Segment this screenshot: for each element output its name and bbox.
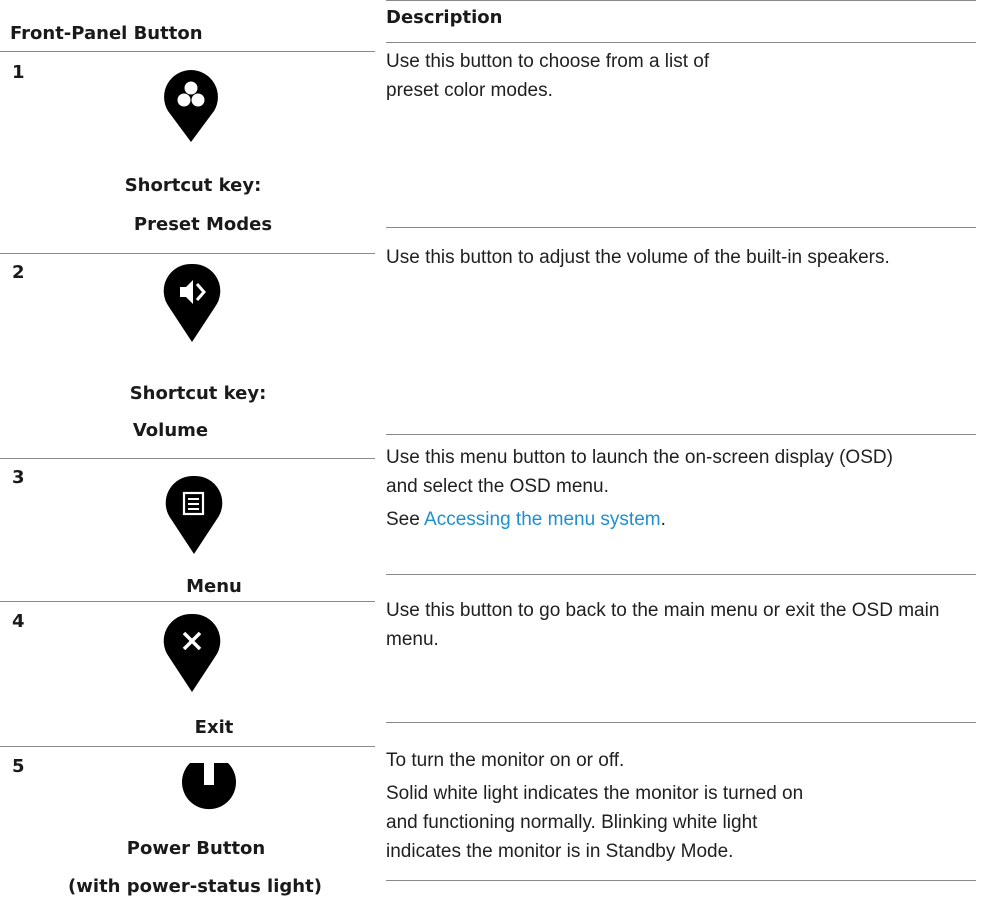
description: Use this menu button to launch the on-sc…: [386, 443, 981, 534]
caption-line: Exit: [194, 717, 234, 738]
description-text: Use this menu button to launch the on-sc…: [386, 447, 893, 497]
top-rule: [386, 0, 976, 1]
description-text: Use this button to go back to the main m…: [386, 600, 940, 650]
accessing-menu-link[interactable]: Accessing the menu system: [424, 509, 661, 530]
see-suffix: .: [660, 509, 666, 530]
row-number: 3: [12, 467, 25, 488]
row-divider: [386, 434, 976, 435]
row-number: 5: [12, 756, 25, 777]
row-divider: [386, 227, 976, 228]
see-prefix: See: [386, 509, 425, 530]
description-text: Use this button to adjust the volume of …: [386, 247, 890, 268]
row-divider: [386, 574, 976, 575]
row-divider: [0, 458, 375, 459]
row-divider: [386, 722, 976, 723]
column-header-button: Front-Panel Button: [10, 23, 203, 44]
header-divider: [386, 42, 976, 43]
row-divider: [386, 880, 976, 881]
preset-modes-icon: [162, 68, 220, 148]
exit-icon: [163, 612, 221, 698]
menu-icon: [165, 474, 223, 560]
power-icon: [180, 755, 238, 825]
row-divider: [0, 253, 375, 254]
description-text: To turn the monitor on or off.: [386, 750, 625, 771]
description-text: Solid white light indicates the monitor …: [386, 783, 804, 862]
row-number: 1: [12, 62, 25, 83]
description: Use this button to adjust the volume of …: [386, 243, 981, 272]
caption-line: Preset Modes: [133, 214, 273, 235]
caption-line: Menu: [186, 576, 242, 597]
caption-line: (with power-status light): [68, 876, 322, 897]
row-number: 4: [12, 611, 25, 632]
column-header-description: Description: [386, 7, 503, 28]
description: To turn the monitor on or off. Solid whi…: [386, 746, 981, 866]
row-divider: [0, 601, 375, 602]
caption-line: Volume: [132, 420, 209, 441]
volume-icon: [163, 262, 221, 348]
see-also: See Accessing the menu system.: [386, 505, 981, 534]
description: Use this button to choose from a list of…: [386, 47, 981, 105]
caption-line: Power Button: [126, 838, 266, 859]
description-text: Use this button to choose from a list of…: [386, 51, 710, 101]
caption-line: Shortcut key:: [124, 175, 262, 196]
header-divider: [0, 51, 375, 52]
row-number: 2: [12, 262, 25, 283]
description: Use this button to go back to the main m…: [386, 596, 981, 654]
row-divider: [0, 746, 375, 747]
caption-line: Shortcut key:: [129, 383, 267, 404]
